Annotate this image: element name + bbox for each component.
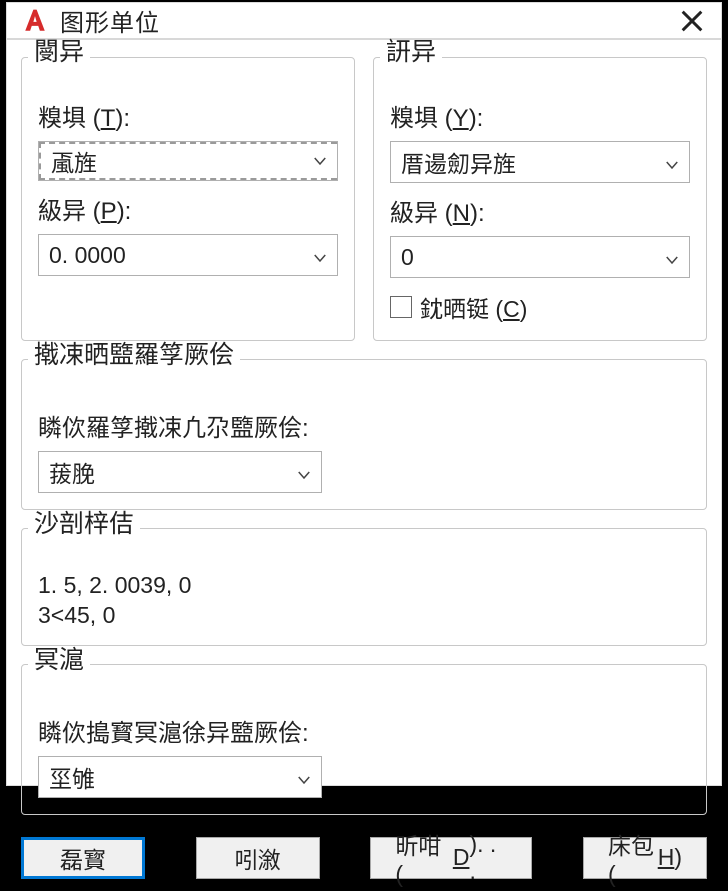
insert-scale-group: 撠凁晒盬羅筟厥侩 瞵佽羅筟撠凁凢尕盬厥侩: 菝脕 xyxy=(21,359,707,510)
chevron-down-icon xyxy=(663,153,681,171)
chevron-down-icon xyxy=(311,152,329,170)
clockwise-checkbox[interactable] xyxy=(390,296,412,318)
sample-line-2: 3<45, 0 xyxy=(38,601,690,631)
length-group: 閿异 糗埧 (T): 颪旌 xyxy=(21,57,355,341)
help-button[interactable]: 床包 (H) xyxy=(583,837,707,879)
lighting-title: 冥滬 xyxy=(28,648,90,673)
lighting-select[interactable]: 坙雊 xyxy=(38,756,322,798)
chevron-down-icon xyxy=(311,246,329,264)
chevron-down-icon xyxy=(295,768,313,786)
angle-precision-label: 級异 (N): xyxy=(390,193,690,228)
cancel-button[interactable]: 吲漵 xyxy=(196,837,320,879)
length-precision-value: 0. 0000 xyxy=(49,242,126,269)
angle-type-select[interactable]: 厝逿劎异旌 xyxy=(390,141,690,183)
lighting-group: 冥滬 瞵佽搗寳冥滬徐异盬厥侩: 坙雊 xyxy=(21,664,707,815)
angle-type-label: 糗埧 (Y): xyxy=(390,98,690,133)
sample-output-title: 沙剖梓佶 xyxy=(28,512,140,537)
lighting-label: 瞵佽搗寳冥滬徐异盬厥侩: xyxy=(38,713,690,748)
angle-type-value: 厝逿劎异旌 xyxy=(401,145,516,179)
close-icon[interactable] xyxy=(678,7,706,35)
insert-scale-select[interactable]: 菝脕 xyxy=(38,451,322,493)
length-type-label: 糗埧 (T): xyxy=(38,98,338,133)
length-precision-label: 級异 (P): xyxy=(38,191,338,226)
angle-group: 訮异 糗埧 (Y): 厝逿劎异旌 級异 (N): xyxy=(373,57,707,341)
content-area: 閿异 糗埧 (T): 颪旌 xyxy=(7,40,721,825)
insert-scale-label: 瞵佽羅筟撠凁凢尕盬厥侩: xyxy=(38,408,690,443)
insert-scale-title: 撠凁晒盬羅筟厥侩 xyxy=(28,343,240,368)
angle-precision-value: 0 xyxy=(401,244,414,271)
chevron-down-icon xyxy=(295,463,313,481)
sample-output-group: 沙剖梓佶 1. 5, 2. 0039, 0 3<45, 0 xyxy=(21,528,707,646)
autocad-logo-icon xyxy=(22,8,48,34)
insert-scale-value: 菝脕 xyxy=(49,455,95,489)
lighting-value: 坙雊 xyxy=(49,760,95,794)
ok-button[interactable]: 磊寳 xyxy=(21,837,145,879)
dialog-title: 图形单位 xyxy=(60,3,678,38)
angle-precision-select[interactable]: 0 xyxy=(390,236,690,278)
clockwise-label: 鈂晒铤 (C) xyxy=(420,290,527,324)
length-precision-select[interactable]: 0. 0000 xyxy=(38,234,338,276)
button-bar: 磊寳 吲漵 昕咁 (D). . . 床包 (H) xyxy=(7,825,721,891)
length-type-value: 颪旌 xyxy=(51,144,97,178)
chevron-down-icon xyxy=(663,248,681,266)
clockwise-row: 鈂晒铤 (C) xyxy=(390,290,690,324)
sample-line-1: 1. 5, 2. 0039, 0 xyxy=(38,571,690,601)
length-type-select[interactable]: 颪旌 xyxy=(38,141,338,181)
direction-button[interactable]: 昕咁 (D). . . xyxy=(370,837,532,879)
titlebar: 图形单位 xyxy=(7,3,721,40)
length-group-title: 閿异 xyxy=(28,40,90,65)
drawing-units-dialog: 图形单位 閿异 糗埧 (T): 颪旌 xyxy=(6,2,722,786)
angle-group-title: 訮异 xyxy=(380,40,442,65)
